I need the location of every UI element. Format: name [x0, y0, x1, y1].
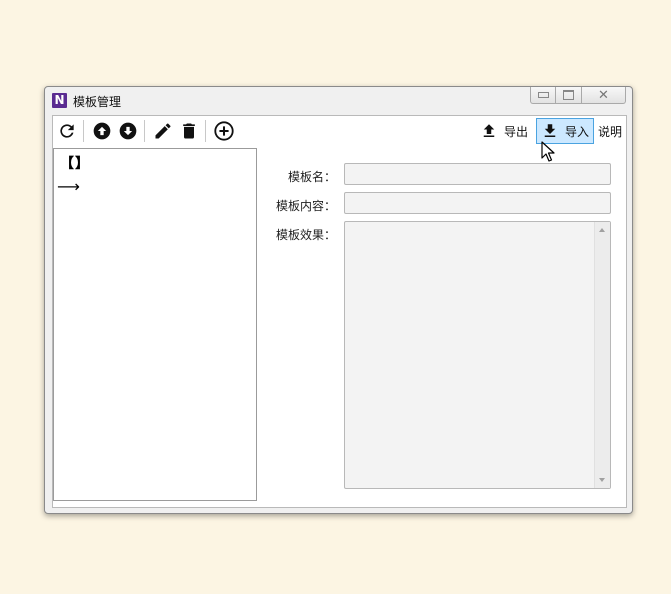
title-bar[interactable]: N 模板管理 ✕: [45, 87, 632, 113]
toolbar-separator: [83, 120, 84, 142]
down-circle-icon: [119, 122, 137, 140]
template-name-field[interactable]: [344, 163, 611, 185]
template-tree[interactable]: 【】 ⟶: [53, 148, 257, 501]
edit-button[interactable]: [151, 119, 175, 143]
pencil-icon: [155, 123, 171, 139]
maximize-button[interactable]: [556, 87, 582, 104]
tree-item[interactable]: ⟶: [57, 177, 80, 196]
add-button[interactable]: [212, 119, 236, 143]
import-label: 导入: [564, 124, 589, 139]
toolbar-separator: [205, 120, 206, 142]
upload-icon: [483, 124, 495, 137]
delete-button[interactable]: [177, 119, 201, 143]
mouse-cursor-icon: [541, 141, 555, 162]
vertical-scrollbar[interactable]: [594, 222, 610, 488]
trash-icon: [183, 123, 195, 139]
move-down-button[interactable]: [116, 119, 140, 143]
move-up-button[interactable]: [90, 119, 114, 143]
help-button[interactable]: 说明: [594, 118, 626, 144]
template-form: 模板名： 模板内容： 模板效果：: [261, 148, 626, 507]
add-circle-icon: [214, 121, 234, 141]
scroll-up-icon[interactable]: [599, 228, 605, 232]
toolbar-separator: [144, 120, 145, 142]
export-label: 导出: [503, 124, 528, 139]
template-content-label: 模板内容：: [275, 199, 336, 213]
refresh-icon: [60, 124, 74, 138]
minimize-button[interactable]: [530, 87, 556, 104]
template-effect-textarea[interactable]: [344, 221, 611, 489]
template-content-field[interactable]: [344, 192, 611, 214]
client-area: 导出 导入 说明 【】 ⟶ 模板名： 模板内容： 模板效果：: [52, 115, 627, 508]
template-effect-label: 模板效果：: [275, 228, 336, 242]
help-label: 说明: [597, 124, 622, 139]
up-circle-icon: [93, 122, 111, 140]
window-controls: ✕: [530, 87, 626, 105]
download-icon: [544, 124, 556, 137]
minimize-icon: [537, 92, 549, 98]
window-title: 模板管理: [73, 95, 122, 109]
close-icon: ✕: [598, 87, 609, 103]
refresh-button[interactable]: [55, 119, 79, 143]
app-logo-icon: N: [52, 93, 67, 108]
template-name-label: 模板名：: [287, 170, 336, 184]
tree-item[interactable]: 【】: [60, 153, 90, 173]
scroll-down-icon[interactable]: [599, 478, 605, 482]
close-button[interactable]: ✕: [582, 87, 626, 104]
maximize-icon: [563, 90, 574, 100]
export-button[interactable]: 导出: [476, 118, 532, 144]
